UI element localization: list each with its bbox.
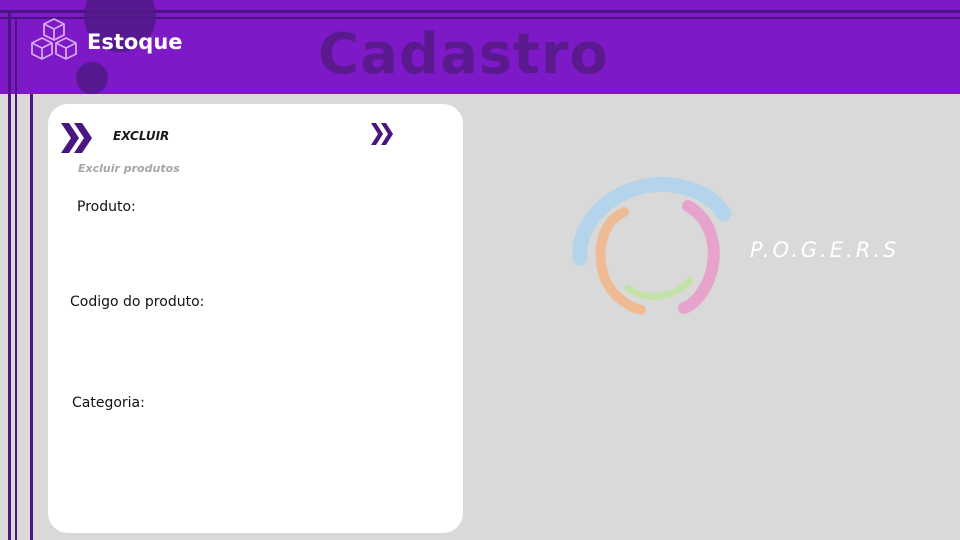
boxes-icon bbox=[31, 18, 77, 60]
frame-line bbox=[8, 10, 11, 540]
header-bar: Cadastro Estoque bbox=[0, 0, 960, 94]
double-chevron-right-icon bbox=[61, 123, 92, 153]
double-chevron-right-icon bbox=[371, 123, 393, 145]
pogers-logo-text: P.O.G.E.R.S bbox=[750, 238, 900, 262]
category-input[interactable] bbox=[72, 420, 451, 512]
page-title: Cadastro bbox=[318, 22, 609, 87]
category-label: Categoria: bbox=[72, 395, 145, 411]
pogers-swirl-logo bbox=[572, 177, 732, 315]
frame-line bbox=[30, 94, 33, 540]
section-title: EXCLUIR bbox=[113, 129, 170, 143]
frame-line bbox=[15, 17, 17, 540]
brand-title: Estoque bbox=[87, 30, 183, 54]
product-label: Produto: bbox=[77, 199, 136, 215]
product-code-input[interactable] bbox=[70, 318, 451, 375]
product-code-label: Codigo do produto: bbox=[70, 294, 205, 310]
section-subtitle: Excluir produtos bbox=[78, 162, 180, 175]
product-input[interactable] bbox=[77, 222, 451, 274]
